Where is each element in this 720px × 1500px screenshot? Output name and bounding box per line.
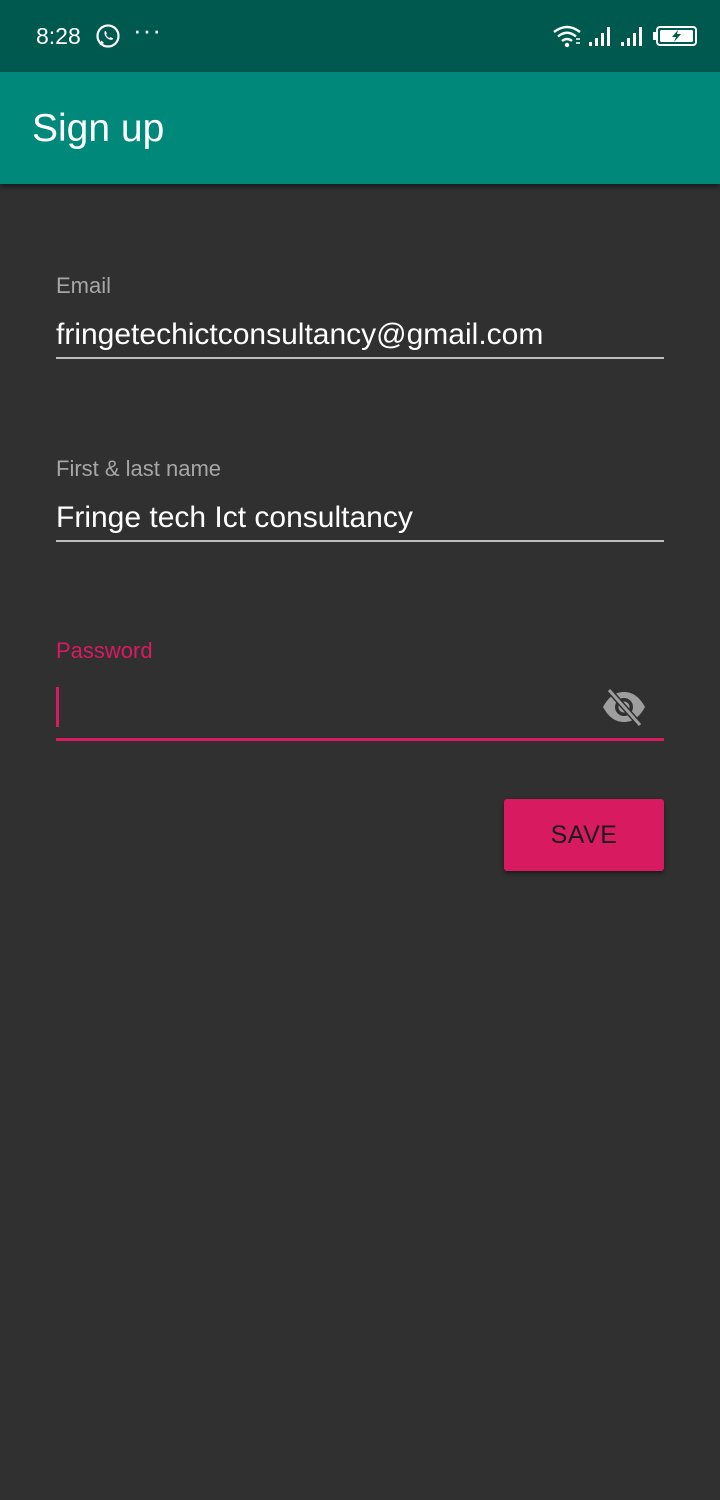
email-value[interactable]: fringetechictconsultancy@gmail.com [56, 316, 543, 354]
wifi-icon [553, 25, 581, 48]
email-field[interactable]: Email fringetechictconsultancy@gmail.com [56, 272, 664, 362]
text-cursor [56, 687, 59, 727]
name-underline [56, 540, 664, 542]
app-bar: Sign up [0, 72, 720, 184]
status-bar: 8:28 ··· [0, 0, 720, 72]
status-right-icons [552, 22, 698, 50]
email-underline [56, 357, 664, 359]
battery-charging-icon [653, 26, 697, 46]
visibility-off-icon[interactable] [600, 683, 648, 731]
name-label: First & last name [56, 456, 222, 481]
page-title: Sign up [32, 107, 165, 150]
whatsapp-icon [96, 24, 120, 48]
email-label: Email [56, 273, 112, 298]
save-button[interactable]: SAVE [504, 799, 664, 871]
password-field[interactable]: Password [56, 637, 664, 743]
name-value[interactable]: Fringe tech Ict consultancy [56, 499, 413, 537]
more-dots-icon: ··· [133, 15, 162, 45]
password-underline [56, 738, 664, 741]
signal-icon [589, 27, 610, 46]
status-time: 8:28 [36, 23, 81, 49]
signal-icon [621, 27, 642, 46]
password-label: Password [56, 638, 153, 663]
name-field[interactable]: First & last name Fringe tech Ict consul… [56, 455, 664, 545]
